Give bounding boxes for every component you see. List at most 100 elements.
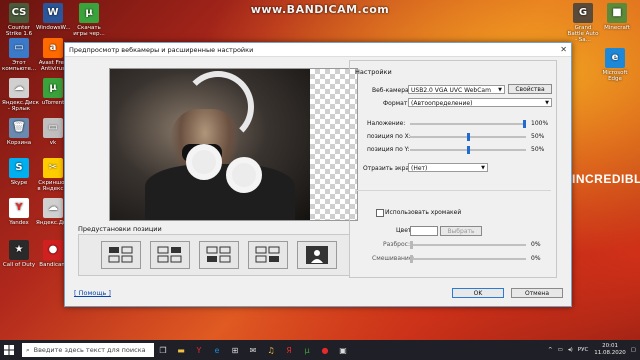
search-placeholder: Введите здесь текст для поиска: [33, 346, 146, 354]
language-indicator[interactable]: РУС: [578, 347, 589, 353]
utorrent-taskbar-icon[interactable]: µ: [298, 340, 316, 360]
format-select-value: (Автоопределение): [411, 100, 473, 107]
chevron-down-icon: ▼: [481, 165, 485, 171]
system-tray: ^ ▭ ◂) РУС 20:01 11.08.2020 ▢: [548, 340, 636, 360]
desktop-icon-label: Yandex: [9, 220, 29, 226]
preset-bottom-right-button[interactable]: [248, 241, 288, 269]
desktop-icon-label: Grand Battle Auto - Sa...: [567, 25, 599, 43]
pick-color-button[interactable]: Выбрать: [440, 226, 482, 236]
help-link[interactable]: [ Помощь ]: [74, 289, 111, 297]
minecraft-icon: ■: [607, 3, 627, 23]
settings-title: Настройки: [355, 68, 392, 76]
desktop-icon-label: Skype: [10, 180, 28, 186]
yadisk-icon: ☁: [9, 78, 29, 98]
clock[interactable]: 20:01 11.08.2020: [594, 343, 626, 357]
preset-fullscreen-button[interactable]: [297, 241, 337, 269]
preset-top-right-button[interactable]: [150, 241, 190, 269]
yandex-browser-icon[interactable]: Y: [190, 340, 208, 360]
preset-top-left-button[interactable]: [101, 241, 141, 269]
mail-icon[interactable]: ✉: [244, 340, 262, 360]
task-view-icon[interactable]: ❐: [154, 340, 172, 360]
skype-icon: S: [9, 158, 29, 178]
position-presets: [78, 234, 350, 276]
word-icon: W: [43, 3, 63, 23]
desktop-icon[interactable]: ☁ Яндекс.Диск - Ярлык: [2, 78, 39, 112]
chroma-label: Использовать хромакей: [385, 209, 462, 216]
spread-slider[interactable]: [410, 244, 526, 246]
pos-x-slider-thumb[interactable]: [467, 133, 470, 141]
cod-icon: ★: [9, 240, 29, 260]
taskbar-search[interactable]: ⌕ Введите здесь текст для поиска: [22, 343, 154, 357]
desktop-icon[interactable]: 🗑 Корзина: [2, 118, 36, 146]
desktop-icon[interactable]: ★ Call of Duty: [2, 240, 36, 268]
overlay-slider[interactable]: [410, 123, 526, 125]
desktop-icon[interactable]: CS Counter Strike 1.6: [2, 3, 36, 37]
spread-value: 0%: [531, 241, 541, 248]
overlay-label: Наложение:: [367, 120, 406, 127]
blend-slider-thumb[interactable]: [410, 255, 413, 263]
network-icon[interactable]: ▭: [558, 347, 563, 353]
preset-bottom-left-button[interactable]: [199, 241, 239, 269]
clock-date: 11.08.2020: [594, 350, 626, 356]
blend-value: 0%: [531, 255, 541, 262]
cancel-button[interactable]: Отмена: [511, 288, 563, 298]
desktop-icon-label: Скачать игры чер...: [73, 25, 105, 37]
chroma-color-swatch[interactable]: [410, 226, 438, 236]
desktop-icon[interactable]: µ Скачать игры чер...: [72, 3, 106, 37]
overlay-slider-thumb[interactable]: [523, 120, 526, 128]
utorrent-icon: µ: [79, 3, 99, 23]
store-icon[interactable]: ⊞: [226, 340, 244, 360]
desktop-icon-label: Яндекс.Диск - Ярлык: [2, 100, 39, 112]
desktop-icon[interactable]: e Microsoft Edge: [598, 48, 632, 82]
desktop-icon[interactable]: G Grand Battle Auto - Sa...: [566, 3, 600, 43]
desktop-icon[interactable]: W WindowsW...: [36, 3, 71, 31]
bandicam-icon: ●: [43, 240, 63, 260]
desktop-icon[interactable]: ▭ Этот компьюте...: [2, 38, 36, 72]
properties-button[interactable]: Свойства: [508, 84, 552, 94]
format-label: Формат:: [383, 100, 410, 107]
app-taskbar-icon[interactable]: ▣: [334, 340, 352, 360]
windows-start-icon[interactable]: [0, 340, 18, 360]
spread-label: Разброс:: [383, 241, 410, 248]
pos-y-slider-thumb[interactable]: [467, 146, 470, 154]
utorrent2-icon: µ: [43, 78, 63, 98]
webcam-preview-dialog: Предпросмотр вебкамеры и расширенные нас…: [64, 42, 572, 307]
desktop-icon[interactable]: S Skype: [2, 158, 36, 186]
desktop-icon[interactable]: ■ Minecraft: [600, 3, 634, 31]
computer-icon: ▭: [9, 38, 29, 58]
yandex-taskbar-icon[interactable]: Я: [280, 340, 298, 360]
webcam-preview: [109, 68, 358, 221]
close-icon[interactable]: ✕: [560, 45, 567, 54]
mirror-select[interactable]: (Нет) ▼: [408, 163, 488, 172]
format-select[interactable]: (Автоопределение) ▼: [408, 98, 552, 107]
separator: [355, 190, 551, 191]
desktop-icon-label: WindowsW...: [36, 25, 71, 31]
gta-icon: G: [573, 3, 593, 23]
desktop-icon-label: Counter Strike 1.6: [5, 25, 33, 37]
notifications-icon[interactable]: ▢: [631, 347, 636, 353]
webcam-select-value: USB2.0 VGA UVC WebCam: [411, 87, 491, 94]
taskbar: ⌕ Введите здесь текст для поиска ❐ ▬ Y e…: [0, 340, 640, 360]
edge-taskbar-icon[interactable]: e: [208, 340, 226, 360]
ok-button[interactable]: OK: [452, 288, 504, 298]
desktop-icon[interactable]: Y Yandex: [2, 198, 36, 226]
clock-time: 20:01: [602, 343, 618, 349]
webcam-label: Веб-камера:: [372, 87, 411, 94]
pos-y-label: позиция по Y:: [367, 146, 410, 153]
desktop-icon-label: Minecraft: [604, 25, 630, 31]
chroma-checkbox[interactable]: [376, 209, 384, 217]
search-icon: ⌕: [26, 345, 30, 354]
bandicam-taskbar-icon[interactable]: ●: [316, 340, 334, 360]
spread-slider-thumb[interactable]: [410, 241, 413, 249]
blend-slider[interactable]: [410, 258, 526, 260]
tray-chevron-icon[interactable]: ^: [548, 347, 553, 353]
overlay-value: 100%: [531, 120, 549, 127]
yandex-music-icon[interactable]: ♫: [262, 340, 280, 360]
volume-icon[interactable]: ◂): [568, 347, 573, 353]
desktop-icon-label: Call of Duty: [2, 262, 36, 268]
mirror-select-value: (Нет): [411, 165, 428, 172]
webcam-select[interactable]: USB2.0 VGA UVC WebCam ▼: [408, 85, 505, 94]
yadisk2-icon: ☁: [43, 198, 63, 218]
file-explorer-icon[interactable]: ▬: [172, 340, 190, 360]
recycle-bin-icon: 🗑: [9, 118, 29, 138]
